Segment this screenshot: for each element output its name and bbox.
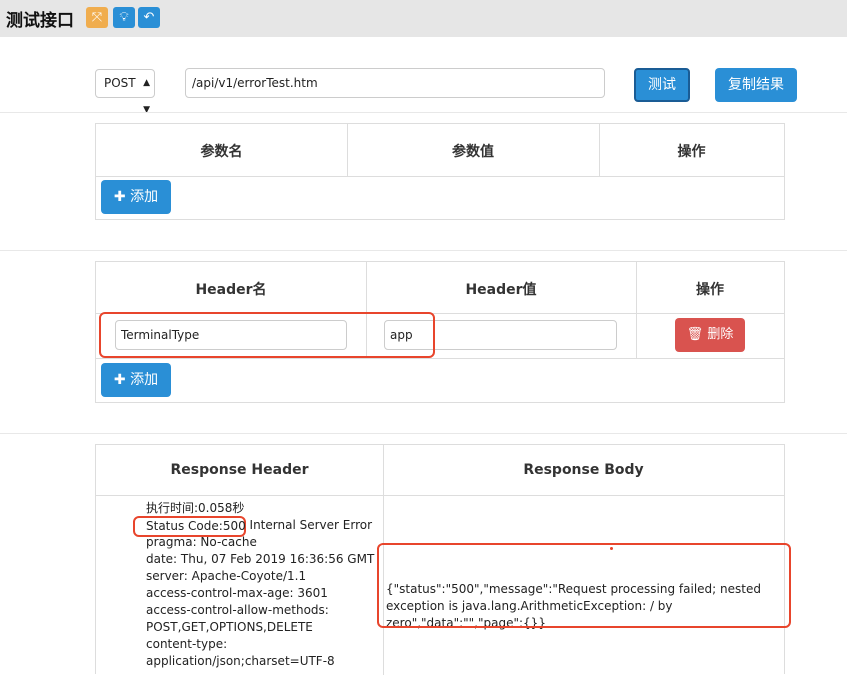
delete-header-button[interactable]: 🗑︎ 删除	[675, 318, 745, 352]
select-arrows-icon: ▲ ▼	[143, 78, 150, 115]
method-select[interactable]: POST ▲ ▼	[95, 69, 155, 115]
response-header-line: server: Apache-Coyote/1.1	[146, 569, 307, 583]
divider	[0, 112, 847, 113]
divider	[0, 433, 847, 434]
plus-icon: ✚	[113, 189, 126, 205]
expand-icon[interactable]: ⤧	[86, 7, 108, 28]
delete-label: 删除	[707, 327, 734, 342]
copy-result-button[interactable]: 复制结果	[715, 68, 797, 102]
top-bar: 测试接口 ⤧ 💡︎ ↶	[0, 0, 847, 37]
response-header-line: 执行时间:0.058秒	[146, 501, 245, 515]
params-col-name: 参数名	[200, 144, 243, 160]
trash-icon: 🗑︎	[686, 327, 704, 342]
method-value: POST	[104, 76, 136, 90]
response-header-line: content-type:	[146, 637, 228, 651]
headers-col-name: Header名	[195, 282, 267, 298]
divider	[0, 250, 847, 251]
add-header-label: 添加	[130, 372, 159, 388]
add-param-button[interactable]: ✚ 添加	[101, 180, 171, 214]
response-header-line: access-control-allow-methods:	[146, 603, 329, 617]
lightbulb-icon[interactable]: 💡︎	[113, 7, 135, 28]
response-header-line: application/json;charset=UTF-8	[146, 654, 335, 668]
plus-icon: ✚	[113, 372, 126, 388]
add-param-label: 添加	[130, 189, 159, 205]
app-title: 测试接口	[6, 11, 74, 31]
params-table: 参数名 参数值 操作	[95, 123, 785, 220]
test-button[interactable]: 测试	[634, 68, 690, 102]
headers-col-action: 操作	[696, 282, 724, 298]
response-header-title: Response Header	[170, 462, 309, 478]
params-col-value: 参数值	[452, 144, 494, 160]
params-col-action: 操作	[677, 144, 706, 160]
undo-icon[interactable]: ↶	[138, 7, 160, 28]
headers-col-value: Header值	[465, 282, 537, 298]
add-header-button[interactable]: ✚ 添加	[101, 363, 171, 397]
status-code-text: Status Code:500	[146, 519, 246, 533]
url-input[interactable]: /api/v1/errorTest.htm	[185, 68, 605, 98]
highlight-header-row	[99, 312, 435, 358]
response-body-title: Response Body	[523, 462, 644, 478]
response-header-line: access-control-max-age: 3601	[146, 586, 328, 600]
response-header-line: date: Thu, 07 Feb 2019 16:36:56 GMT	[146, 552, 375, 566]
highlight-response-body	[377, 543, 791, 628]
response-header-line: POST,GET,OPTIONS,DELETE	[146, 620, 313, 634]
